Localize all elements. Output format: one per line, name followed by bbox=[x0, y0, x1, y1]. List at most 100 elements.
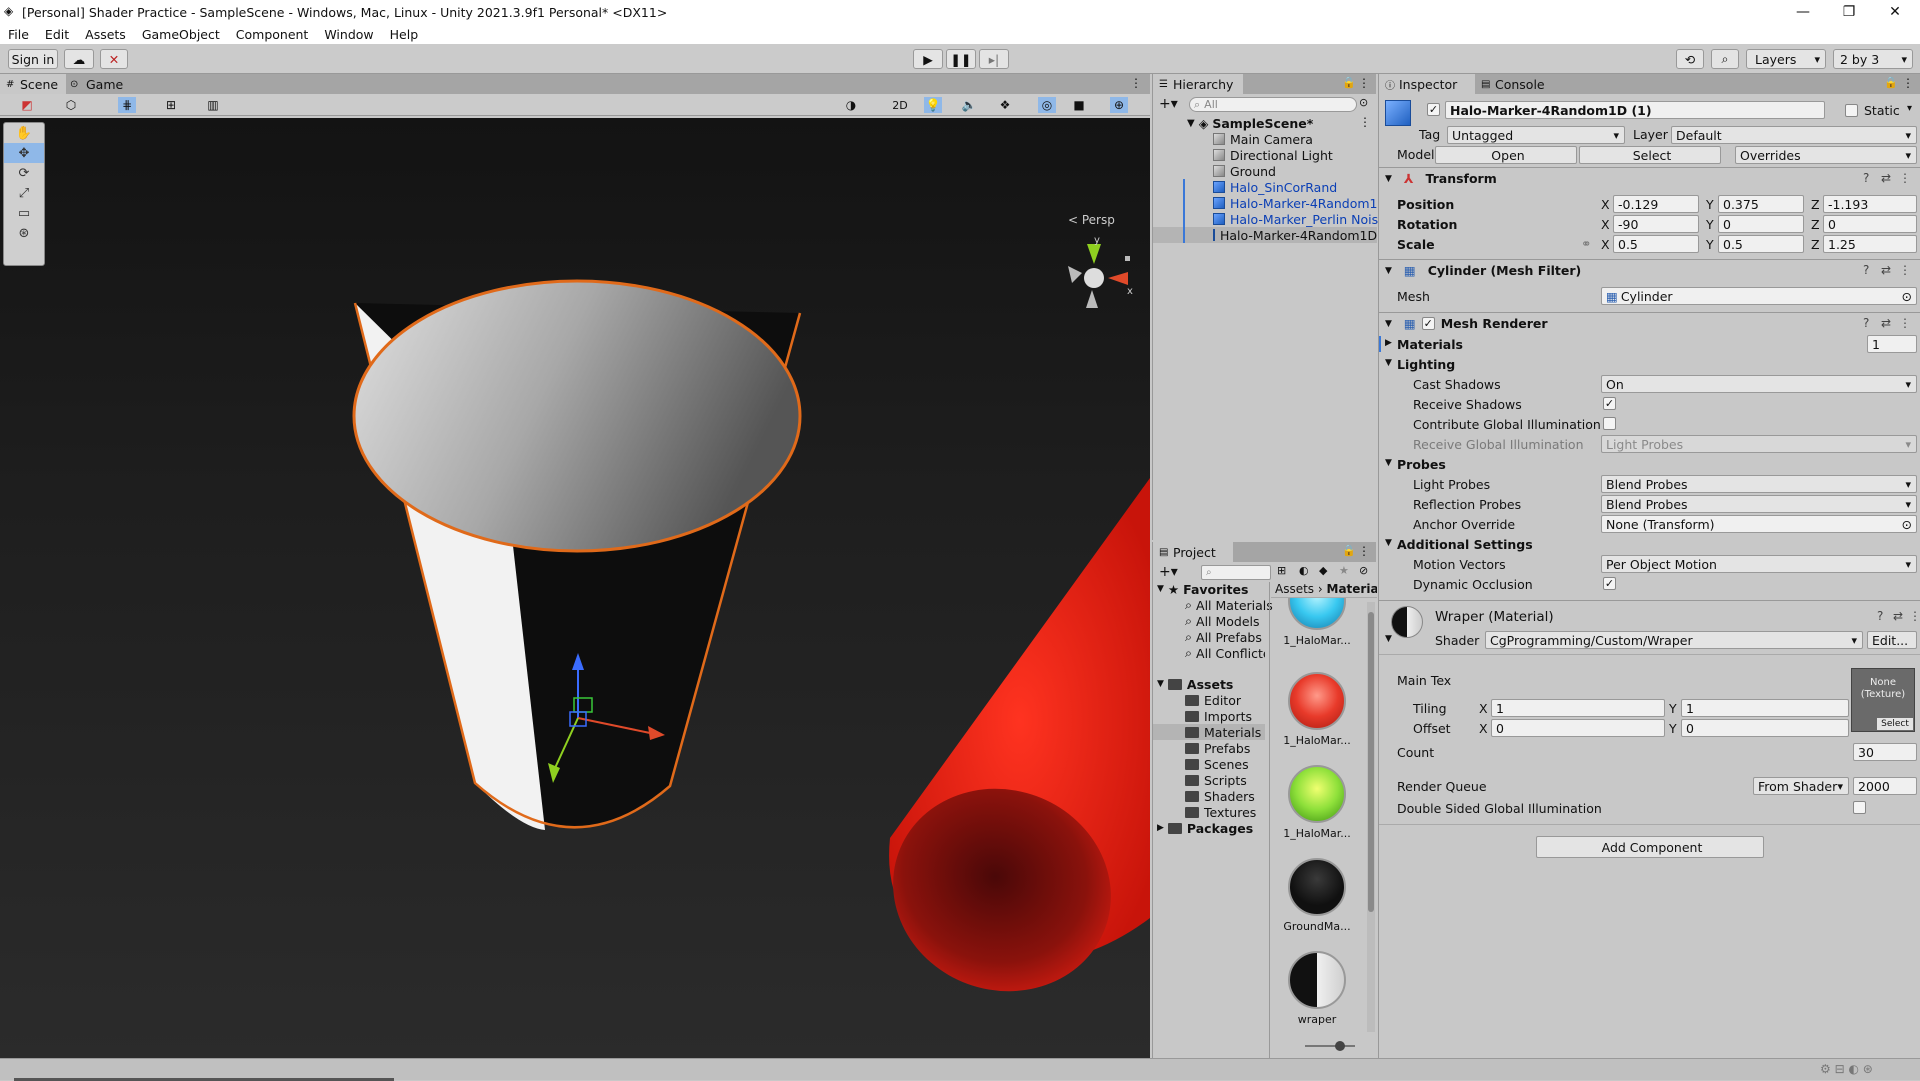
layers-dropdown[interactable]: Layers bbox=[1746, 49, 1826, 69]
project-search-input[interactable]: ⌕ bbox=[1201, 565, 1271, 580]
object-name-field[interactable]: Halo-Marker-4Random1D (1) bbox=[1445, 101, 1825, 119]
material-asset[interactable]: wraper bbox=[1277, 951, 1357, 1026]
texture-slot[interactable]: None (Texture) Select bbox=[1851, 668, 1915, 732]
hidden-packages-icon[interactable]: ⊘ bbox=[1359, 564, 1368, 577]
help-icon[interactable]: ? bbox=[1863, 316, 1869, 330]
layer-dropdown[interactable]: Default bbox=[1671, 126, 1917, 144]
minimize-icon[interactable]: — bbox=[1780, 0, 1826, 24]
reflection-probes-dropdown[interactable]: Blend Probes bbox=[1601, 495, 1917, 513]
history-icon[interactable]: ⟲ bbox=[1676, 49, 1704, 69]
project-splitter[interactable] bbox=[1269, 582, 1270, 1058]
material-asset[interactable]: 1_HaloMar... bbox=[1277, 598, 1357, 658]
component-menu-icon[interactable]: ⋮ bbox=[1909, 609, 1920, 623]
edit-shader-button[interactable]: Edit... bbox=[1867, 631, 1917, 649]
materials-label[interactable]: Materials bbox=[1397, 337, 1463, 352]
preset-icon[interactable]: ⇄ bbox=[1881, 263, 1891, 277]
camera-icon[interactable]: ■ bbox=[1070, 97, 1088, 113]
tab-inspector[interactable]: ⓘ Inspector bbox=[1379, 74, 1475, 94]
breadcrumb-assets[interactable]: Assets bbox=[1275, 582, 1314, 596]
favorites-item[interactable]: ⌕ All Materials bbox=[1185, 597, 1273, 613]
add-icon[interactable]: +▾ bbox=[1159, 96, 1178, 112]
tab-hierarchy[interactable]: ☰ Hierarchy bbox=[1153, 74, 1243, 94]
search-scope-icon[interactable]: ⊞ bbox=[1277, 564, 1286, 577]
folder-item[interactable]: Prefabs bbox=[1185, 740, 1250, 756]
add-asset-icon[interactable]: +▾ bbox=[1159, 564, 1178, 580]
dynamic-occlusion-checkbox[interactable]: ✓ bbox=[1603, 577, 1616, 590]
component-menu-icon[interactable]: ⋮ bbox=[1899, 263, 1911, 277]
gizmos-icon[interactable]: ⊕ bbox=[1110, 97, 1128, 113]
shader-dropdown[interactable]: CgProgramming/Custom/Wraper bbox=[1485, 631, 1863, 649]
rotation-y-field[interactable]: 0 bbox=[1718, 215, 1804, 233]
menu-edit[interactable]: Edit bbox=[45, 27, 69, 42]
expand-arrow-icon[interactable]: ▼ bbox=[1385, 634, 1392, 644]
folder-item[interactable]: Imports bbox=[1185, 708, 1252, 724]
packages-node[interactable]: ▶ Packages bbox=[1157, 820, 1253, 836]
lighting-label[interactable]: Lighting bbox=[1397, 357, 1455, 372]
tag-dropdown[interactable]: Untagged bbox=[1447, 126, 1625, 144]
select-prefab-button[interactable]: Select bbox=[1579, 146, 1721, 164]
tab-console[interactable]: ▤ Console bbox=[1475, 74, 1565, 94]
folder-item[interactable]: Editor bbox=[1185, 692, 1241, 708]
menu-assets[interactable]: Assets bbox=[85, 27, 126, 42]
additional-settings-label[interactable]: Additional Settings bbox=[1397, 537, 1533, 552]
mesh-field[interactable]: ▦ Cylinder ⊙ bbox=[1601, 287, 1917, 305]
tab-project[interactable]: ▤ Project bbox=[1153, 542, 1233, 562]
contribute-gi-checkbox[interactable] bbox=[1603, 417, 1616, 430]
receive-shadows-checkbox[interactable]: ✓ bbox=[1603, 397, 1616, 410]
sign-in-button[interactable]: Sign in bbox=[8, 49, 58, 69]
close-icon[interactable]: ✕ bbox=[1872, 0, 1918, 24]
scale-z-field[interactable]: 1.25 bbox=[1823, 235, 1917, 253]
hand-tool-icon[interactable]: ✋ bbox=[4, 123, 44, 143]
probes-label[interactable]: Probes bbox=[1397, 457, 1446, 472]
effects-icon[interactable]: ❖ bbox=[996, 97, 1014, 113]
help-icon[interactable]: ? bbox=[1863, 263, 1869, 277]
favorite-star-icon[interactable]: ★ bbox=[1339, 564, 1349, 577]
lighting-toggle-icon[interactable]: 💡 bbox=[924, 97, 942, 113]
scene-menu-icon[interactable]: ⋮ bbox=[1359, 115, 1371, 129]
label-filter-icon[interactable]: ◆ bbox=[1319, 564, 1327, 577]
ruler-icon[interactable]: ▥ bbox=[204, 97, 222, 113]
overrides-dropdown[interactable]: Overrides bbox=[1735, 146, 1917, 164]
scale-y-field[interactable]: 0.5 bbox=[1718, 235, 1804, 253]
tab-scene[interactable]: # Scene bbox=[0, 74, 66, 94]
add-component-button[interactable]: Add Component bbox=[1536, 836, 1764, 858]
breadcrumb-materials[interactable]: Material bbox=[1327, 582, 1377, 596]
open-prefab-button[interactable]: Open bbox=[1435, 146, 1577, 164]
static-dropdown-icon[interactable]: ▾ bbox=[1907, 103, 1912, 114]
scale-tool-icon[interactable]: ⤢ bbox=[4, 183, 44, 203]
hierarchy-item[interactable]: Halo_SinCorRand bbox=[1213, 179, 1337, 195]
render-queue-field[interactable]: 2000 bbox=[1853, 777, 1917, 795]
offset-x-field[interactable]: 0 bbox=[1491, 719, 1665, 737]
rect-tool-icon[interactable]: ▭ bbox=[4, 203, 44, 223]
double-sided-gi-checkbox[interactable] bbox=[1853, 801, 1866, 814]
position-y-field[interactable]: 0.375 bbox=[1718, 195, 1804, 213]
collapse-arrow-icon[interactable]: ▶ bbox=[1385, 338, 1392, 348]
grid-snap-icon[interactable]: ⋕ bbox=[118, 97, 136, 113]
scrollbar-thumb[interactable] bbox=[1368, 612, 1374, 912]
motion-vectors-dropdown[interactable]: Per Object Motion bbox=[1601, 555, 1917, 573]
lock-icon[interactable]: 🔒 bbox=[1342, 544, 1356, 557]
hierarchy-search-input[interactable]: ⌕ All bbox=[1189, 97, 1357, 112]
play-button[interactable]: ▶ bbox=[913, 49, 943, 69]
folder-item[interactable]: Textures bbox=[1185, 804, 1256, 820]
component-menu-icon[interactable]: ⋮ bbox=[1899, 316, 1911, 330]
hidden-objects-icon[interactable]: ◎ bbox=[1038, 97, 1056, 113]
help-icon[interactable]: ? bbox=[1877, 609, 1883, 623]
favorites-node[interactable]: ▼ ★ Favorites bbox=[1157, 581, 1248, 597]
transform-tool-icon[interactable]: ⊛ bbox=[4, 223, 44, 243]
menu-gameobject[interactable]: GameObject bbox=[142, 27, 220, 42]
light-probes-dropdown[interactable]: Blend Probes bbox=[1601, 475, 1917, 493]
favorites-item[interactable]: ⌕ All Prefabs bbox=[1185, 629, 1262, 645]
audio-toggle-icon[interactable]: 🔈 bbox=[960, 97, 978, 113]
rotation-z-field[interactable]: 0 bbox=[1823, 215, 1917, 233]
texture-select-button[interactable]: Select bbox=[1877, 718, 1913, 730]
material-asset[interactable]: GroundMa... bbox=[1277, 858, 1357, 933]
move-tool-icon[interactable]: ✥ bbox=[4, 143, 44, 163]
hierarchy-item[interactable]: Halo-Marker-4Random1D bbox=[1213, 195, 1387, 211]
mesh-renderer-header[interactable]: ▼ ▦ ✓ Mesh Renderer bbox=[1379, 312, 1920, 334]
position-x-field[interactable]: -0.129 bbox=[1613, 195, 1699, 213]
active-checkbox[interactable]: ✓ bbox=[1427, 103, 1440, 116]
expand-arrow-icon[interactable]: ▼ bbox=[1385, 358, 1392, 368]
favorites-item[interactable]: ⌕ All Models bbox=[1185, 613, 1260, 629]
folder-item-selected[interactable]: Materials bbox=[1153, 724, 1265, 740]
